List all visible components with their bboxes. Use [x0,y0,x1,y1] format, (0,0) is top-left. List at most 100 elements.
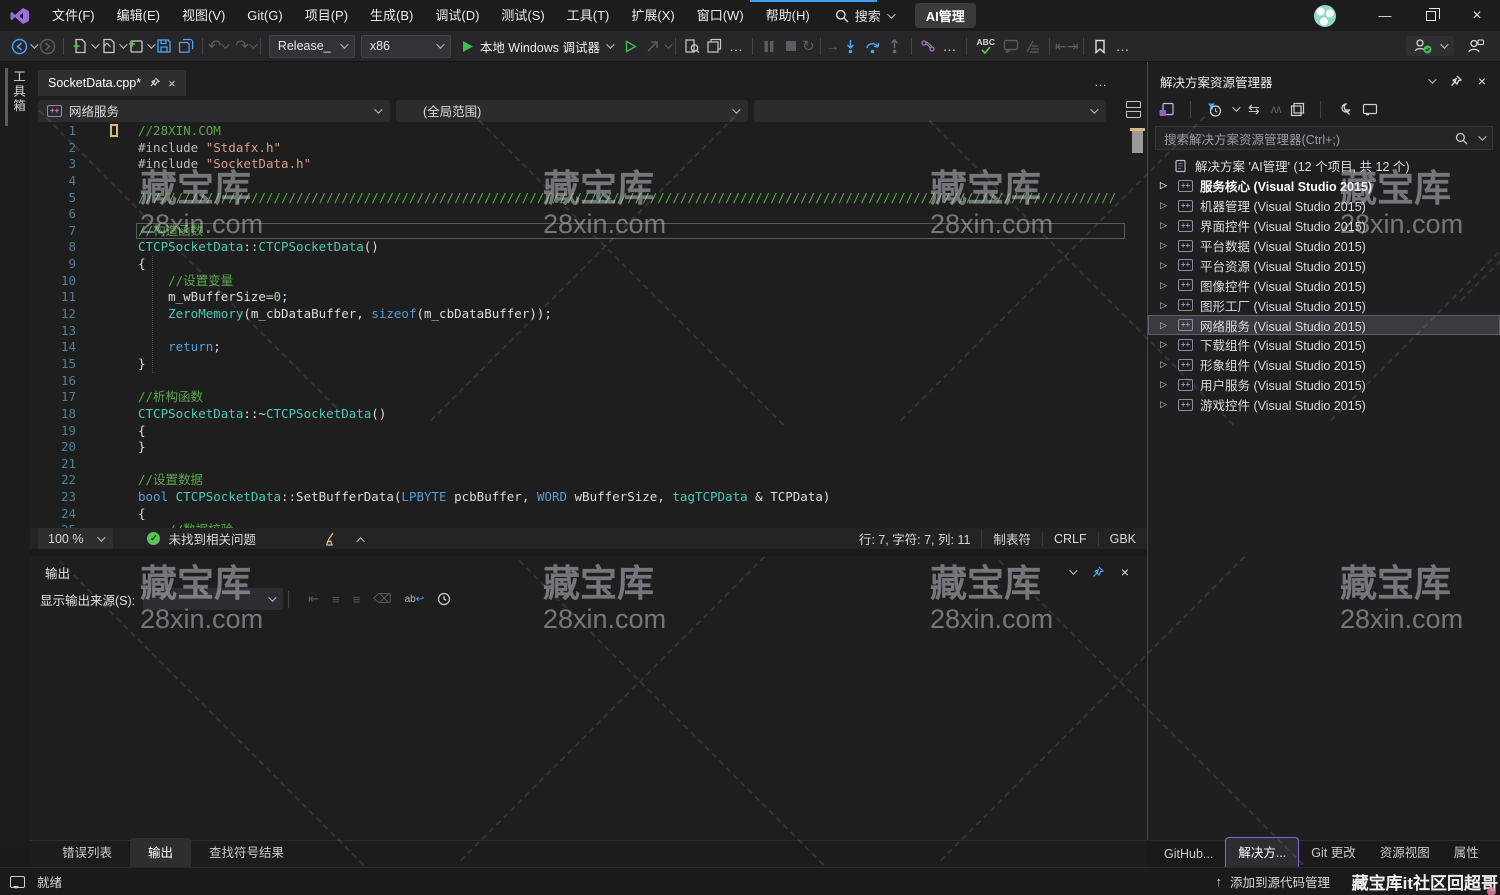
collapse-all-icon[interactable]: ∧∧ [1270,103,1280,116]
close-icon[interactable]: × [1478,73,1486,89]
menu-item-5[interactable]: 生成(B) [359,0,424,31]
code-cleanup-button[interactable] [1022,34,1044,58]
window-layout-button[interactable] [703,34,725,58]
new-file-button[interactable] [69,34,91,58]
menu-item-10[interactable]: 窗口(W) [686,0,755,31]
properties-pages-icon[interactable] [1290,102,1305,117]
menu-item-2[interactable]: 视图(V) [171,0,236,31]
scope-dropdown[interactable]: (全局范围) [396,100,748,122]
properties-wrench-icon[interactable] [1336,102,1352,117]
menu-item-3[interactable]: Git(G) [236,0,293,31]
expand-chevron-icon[interactable]: ▷ [1160,220,1172,231]
editor-scrollbar[interactable] [1130,123,1145,528]
sync-with-active-document-icon[interactable]: ⇆ [1248,101,1260,118]
expand-chevron-icon[interactable]: ▷ [1160,200,1172,211]
pin-icon[interactable] [1450,75,1462,88]
zoom-selector[interactable]: 100 % [38,528,113,549]
live-share-button[interactable] [1406,36,1454,56]
menu-item-8[interactable]: 工具(T) [556,0,621,31]
line-ending[interactable]: CRLF [1042,532,1098,546]
se-tab-1[interactable]: 解决方... [1225,837,1299,867]
code-line-2[interactable]: 2#include "Stdafx.h" [30,140,1147,157]
restart-button[interactable]: ↻ [802,37,815,55]
close-icon[interactable]: × [1121,564,1129,580]
code-line-16[interactable]: 16 [30,373,1147,390]
redo-button[interactable]: ↷ [235,36,248,56]
code-line-9[interactable]: 9{ [30,256,1147,273]
code-line-6[interactable]: 6 [30,206,1147,223]
project-row-10[interactable]: ▷++用户服务 (Visual Studio 2015) [1148,375,1500,395]
expand-chevron-icon[interactable]: ▷ [1160,359,1172,370]
code-line-19[interactable]: 19{ [30,423,1147,440]
toolbar-overflow-button[interactable]: … [729,38,743,54]
solution-name-badge[interactable]: AI管理 [915,3,976,28]
chevron-down-icon[interactable] [1232,103,1240,111]
scrollbar-thumb[interactable] [1132,131,1143,153]
start-without-debug-button[interactable] [620,34,642,58]
se-tab-3[interactable]: 资源视图 [1368,838,1442,867]
project-row-0[interactable]: ▷++服务核心 (Visual Studio 2015) [1148,176,1500,196]
project-row-8[interactable]: ▷++下载组件 (Visual Studio 2015) [1148,335,1500,355]
code-line-11[interactable]: 11 m_wBufferSize=0; [30,289,1147,306]
se-tab-0[interactable]: GitHub... [1152,843,1225,867]
solution-explorer-search[interactable]: 搜索解决方案资源管理器(Ctrl+;) [1155,126,1493,150]
save-all-button[interactable] [175,34,197,58]
code-line-18[interactable]: 18CTCPSocketData::~CTCPSocketData() [30,406,1147,423]
code-line-13[interactable]: 13 [30,323,1147,340]
chevron-down-icon[interactable] [1478,132,1486,140]
expand-chevron-icon[interactable]: ▷ [1160,260,1172,271]
code-line-8[interactable]: 8CTCPSocketData::CTCPSocketData() [30,239,1147,256]
code-line-15[interactable]: 15} [30,356,1147,373]
configuration-combo[interactable]: Release_ [269,35,355,58]
step-out-button[interactable] [884,34,906,58]
menu-item-6[interactable]: 调试(D) [424,0,490,31]
title-search[interactable]: 搜索 [835,6,893,25]
increase-indent-button[interactable]: ⇥ [1067,38,1079,55]
code-line-23[interactable]: 23bool CTCPSocketData::SetBufferData(LPB… [30,489,1147,506]
code-line-22[interactable]: 22//设置数据 [30,472,1147,489]
expand-chevron-icon[interactable]: ▷ [1160,339,1172,350]
step-over-button[interactable] [862,34,884,58]
save-button[interactable] [153,34,175,58]
code-line-14[interactable]: 14 return; [30,339,1147,356]
feedback-person-button[interactable] [1464,34,1486,58]
chevron-down-icon[interactable] [1428,75,1436,83]
expand-chevron-icon[interactable]: ▷ [1160,399,1172,410]
navigate-forward-button[interactable] [36,34,58,58]
debug-overflow-button[interactable]: … [943,38,957,54]
bottom-tab-0[interactable]: 错误列表 [44,838,130,867]
expand-chevron-icon[interactable]: ▷ [1160,240,1172,251]
menu-item-7[interactable]: 测试(S) [490,0,555,31]
bottom-tab-2[interactable]: 查找符号结果 [191,838,302,867]
timestamp-toggle-button[interactable] [437,592,451,606]
start-debug-button[interactable]: 本地 Windows 调试器 [454,37,620,56]
breakpoints-window-button[interactable] [917,34,939,58]
toolbox-vertical-tab[interactable]: 工具箱 [9,70,28,114]
code-line-4[interactable]: 4 [30,173,1147,190]
open-file-button[interactable] [97,34,119,58]
menu-item-11[interactable]: 帮助(H) [755,0,821,31]
align-left-icon[interactable]: ≡ [332,592,340,607]
expand-chevron-icon[interactable]: ▷ [1160,379,1172,390]
pin-icon[interactable] [1092,566,1104,579]
solution-root-row[interactable]: ▷解决方案 'AI管理' (12 个项目, 共 12 个) [1148,156,1500,176]
code-line-20[interactable]: 20} [30,439,1147,456]
project-row-2[interactable]: ▷++界面控件 (Visual Studio 2015) [1148,216,1500,236]
preview-selected-items-icon[interactable] [1362,103,1379,116]
code-line-12[interactable]: 12 ZeroMemory(m_cbDataBuffer, sizeof(m_c… [30,306,1147,323]
close-icon[interactable]: × [168,76,176,91]
caret-position[interactable]: 行: 7, 字符: 7, 列: 11 [848,529,982,548]
indent-mode[interactable]: 制表符 [981,529,1042,548]
code-line-5[interactable]: 5///////////////////////////////////////… [30,190,1147,207]
align-right-icon[interactable]: ≡ [353,592,361,607]
word-wrap-button[interactable]: ab↩ [405,594,425,605]
bottom-tab-1[interactable]: 输出 [130,838,191,867]
menu-item-1[interactable]: 编辑(E) [106,0,171,31]
code-line-1[interactable]: 1//28XIN.COM [30,123,1147,140]
member-dropdown[interactable] [754,100,1106,122]
clear-all-button[interactable]: ⌫ [373,591,391,607]
project-dropdown[interactable]: ++ 网络服务 [38,100,390,122]
expand-chevron-icon[interactable]: ▷ [1160,280,1172,291]
undo-button[interactable]: ↶ [208,36,221,56]
expand-chevron-icon[interactable]: ▷ [1160,320,1172,331]
